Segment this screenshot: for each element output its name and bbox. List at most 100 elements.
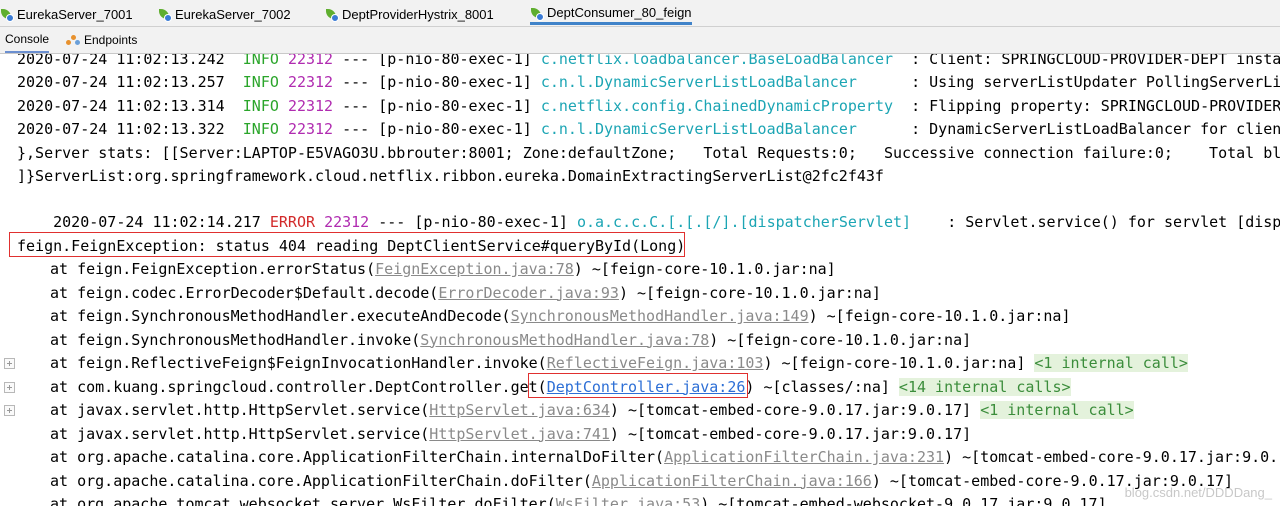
run-tab-bar: EurekaServer_7001 EurekaServer_7002 Dept… xyxy=(0,0,1280,27)
frame-method: at feign.SynchronousMethodHandler.execut… xyxy=(50,307,511,325)
log-message: : Servlet.service() for servlet [dispatc… xyxy=(947,213,1280,231)
log-pad xyxy=(857,120,911,138)
stack-frame: at feign.codec.ErrorDecoder$Default.deco… xyxy=(50,282,881,304)
log-pad xyxy=(857,73,911,91)
frame-method: at feign.FeignException.errorStatus( xyxy=(50,260,376,278)
log-time: 2020-07-24 11:02:13.257 xyxy=(17,73,225,91)
internal-calls-fold[interactable]: <14 internal calls> xyxy=(898,377,1071,396)
log-time: 2020-07-24 11:02:14.217 xyxy=(53,213,261,231)
log-thread: --- [p-nio-80-exec-1] xyxy=(333,120,541,138)
log-level-info: INFO xyxy=(242,120,279,138)
log-message: : Flipping property: SPRINGCLOUD-PROVIDE… xyxy=(911,97,1280,115)
log-thread: --- [p-nio-80-exec-1] xyxy=(369,213,577,231)
tab-eurekaserver-7001[interactable]: EurekaServer_7001 xyxy=(0,3,133,25)
source-link[interactable]: ReflectiveFeign.java:103 xyxy=(547,354,764,372)
frame-method: at feign.codec.ErrorDecoder$Default.deco… xyxy=(50,283,439,302)
log-time: 2020-07-24 11:02:13.314 xyxy=(17,97,225,115)
log-line: 2020-07-24 11:02:13.322 INFO 22312 --- [… xyxy=(17,118,1280,140)
frame-jar: ) ~[tomcat-embed-core-9.0.17.jar:9.0.17] xyxy=(609,424,972,443)
frame-jar: ) ~[tomcat-embed-core-9.0.17.jar:9.0.17] xyxy=(944,448,1280,466)
source-link[interactable]: SynchronousMethodHandler.java:149 xyxy=(511,307,809,325)
exception-highlight-box xyxy=(9,232,685,257)
log-pid: 22312 xyxy=(287,120,334,138)
log-pid: 22312 xyxy=(324,213,370,231)
stack-frame: at org.apache.tomcat.websocket.server.Ws… xyxy=(50,493,1107,506)
log-time: 2020-07-24 11:02:13.322 xyxy=(17,120,225,138)
log-pid: 22312 xyxy=(287,97,334,115)
tab-label: EurekaServer_7002 xyxy=(175,6,291,22)
endpoints-label: Endpoints xyxy=(84,33,138,47)
frame-method: at javax.servlet.http.HttpServlet.servic… xyxy=(50,401,430,419)
source-link[interactable]: HttpServlet.java:634 xyxy=(429,401,610,419)
log-message: : DynamicServerListLoadBalancer for clie… xyxy=(911,120,1280,138)
source-link[interactable]: ApplicationFilterChain.java:166 xyxy=(592,472,872,490)
frame-jar: ) ~[feign-core-10.1.0.jar:na] xyxy=(709,330,972,349)
frame-jar: ) ~[classes/:na] xyxy=(745,377,899,396)
console-output[interactable]: 2020-07-24 11:02:13.242 INFO 22312 --- [… xyxy=(0,54,1280,506)
stack-frame: at feign.SynchronousMethodHandler.execut… xyxy=(50,305,1071,327)
source-link[interactable]: HttpServlet.java:741 xyxy=(429,425,610,443)
frame-jar: ) ~[feign-core-10.1.0.jar:na] xyxy=(618,283,881,302)
source-link[interactable]: FeignException.java:78 xyxy=(375,260,574,278)
frame-method: at org.apache.catalina.core.ApplicationF… xyxy=(50,448,665,466)
log-logger: c.n.l.DynamicServerListLoadBalancer xyxy=(540,73,857,91)
error-log-line: 2020-07-24 11:02:14.217 ERROR 22312 --- … xyxy=(17,189,1280,231)
log-level-info: INFO xyxy=(242,97,279,115)
frame-jar: ) ~[feign-core-10.1.0.jar:na] xyxy=(808,307,1071,325)
log-line: 2020-07-24 11:02:13.242 INFO 22312 --- [… xyxy=(17,54,1280,70)
tab-console[interactable]: Console xyxy=(5,27,50,53)
log-pid: 22312 xyxy=(287,54,334,68)
spring-boot-icon xyxy=(158,8,172,22)
expand-fold-icon[interactable] xyxy=(4,381,15,393)
log-level-error: ERROR xyxy=(269,213,316,231)
log-thread: --- [p-nio-80-exec-1] xyxy=(333,97,541,115)
log-thread: --- [p-nio-80-exec-1] xyxy=(333,54,541,68)
stack-frame: at org.apache.catalina.core.ApplicationF… xyxy=(50,470,1233,492)
log-time: 2020-07-24 11:02:13.242 xyxy=(17,54,225,68)
tab-label: DeptProviderHystrix_8001 xyxy=(342,6,494,22)
frame-method: at com.kuang.springcloud.controller.Dept… xyxy=(50,377,547,396)
frame-method: at javax.servlet.http.HttpServlet.servic… xyxy=(50,424,430,443)
source-link[interactable]: SynchronousMethodHandler.java:78 xyxy=(420,331,709,349)
source-link[interactable]: WsFilter.java:53 xyxy=(556,495,701,506)
frame-jar: ) ~[feign-core-10.1.0.jar:na] xyxy=(573,260,836,278)
stack-frame: at feign.ReflectiveFeign$FeignInvocation… xyxy=(50,352,1188,374)
stack-frame: at feign.FeignException.errorStatus(Feig… xyxy=(50,258,836,280)
log-message: : Using serverListUpdater PollingServerL… xyxy=(911,73,1280,91)
log-logger: c.netflix.loadbalancer.BaseLoadBalancer xyxy=(540,54,894,68)
tab-label: EurekaServer_7001 xyxy=(17,6,133,22)
frame-jar: ) ~[feign-core-10.1.0.jar:na] xyxy=(763,354,1035,372)
frame-method: at feign.SynchronousMethodHandler.invoke… xyxy=(50,330,421,349)
log-thread: --- [p-nio-80-exec-1] xyxy=(333,73,541,91)
expand-fold-icon[interactable] xyxy=(4,358,15,369)
source-link[interactable]: ErrorDecoder.java:93 xyxy=(438,284,619,302)
internal-calls-fold[interactable]: <1 internal call> xyxy=(1034,354,1188,372)
server-list-line: ]}ServerList:org.springframework.cloud.n… xyxy=(17,167,884,185)
console-toolbar: Console Endpoints xyxy=(0,27,1280,54)
log-message: : Client: SPRINGCLOUD-PROVIDER-DEPT inst… xyxy=(911,54,1280,68)
tab-eurekaserver-7002[interactable]: EurekaServer_7002 xyxy=(158,3,291,25)
log-logger: c.netflix.config.ChainedDynamicProperty xyxy=(540,97,894,115)
log-level-info: INFO xyxy=(242,54,279,68)
log-pad xyxy=(893,54,911,68)
server-stats-line: },Server stats: [[Server:LAPTOP-E5VAGO3U… xyxy=(17,144,1280,162)
log-logger: c.n.l.DynamicServerListLoadBalancer xyxy=(540,120,857,138)
internal-calls-fold[interactable]: <1 internal call> xyxy=(980,401,1134,419)
tab-deptconsumer-80-feign[interactable]: DeptConsumer_80_feign xyxy=(530,3,692,25)
spring-boot-icon xyxy=(530,7,544,21)
stack-frame: at javax.servlet.http.HttpServlet.servic… xyxy=(50,399,1134,421)
log-pad xyxy=(893,97,911,115)
stack-frame: at feign.SynchronousMethodHandler.invoke… xyxy=(50,329,971,351)
endpoints-icon xyxy=(66,34,80,46)
expand-fold-icon[interactable] xyxy=(4,405,15,416)
source-link[interactable]: ApplicationFilterChain.java:231 xyxy=(664,448,944,466)
frame-method: at org.apache.tomcat.websocket.server.Ws… xyxy=(50,495,556,506)
frame-jar: ) ~[tomcat-embed-core-9.0.17.jar:9.0.17] xyxy=(609,401,981,419)
log-level-info: INFO xyxy=(242,73,279,91)
frame-method: at org.apache.catalina.core.ApplicationF… xyxy=(50,471,592,490)
log-logger: o.a.c.c.C.[.[.[/].[dispatcherServlet] xyxy=(576,213,912,231)
tab-deptproviderhystrix-8001[interactable]: DeptProviderHystrix_8001 xyxy=(325,3,494,25)
frame-method: at feign.ReflectiveFeign$FeignInvocation… xyxy=(50,354,547,372)
stack-frame: at javax.servlet.http.HttpServlet.servic… xyxy=(50,423,971,445)
tab-endpoints[interactable]: Endpoints xyxy=(66,27,137,53)
